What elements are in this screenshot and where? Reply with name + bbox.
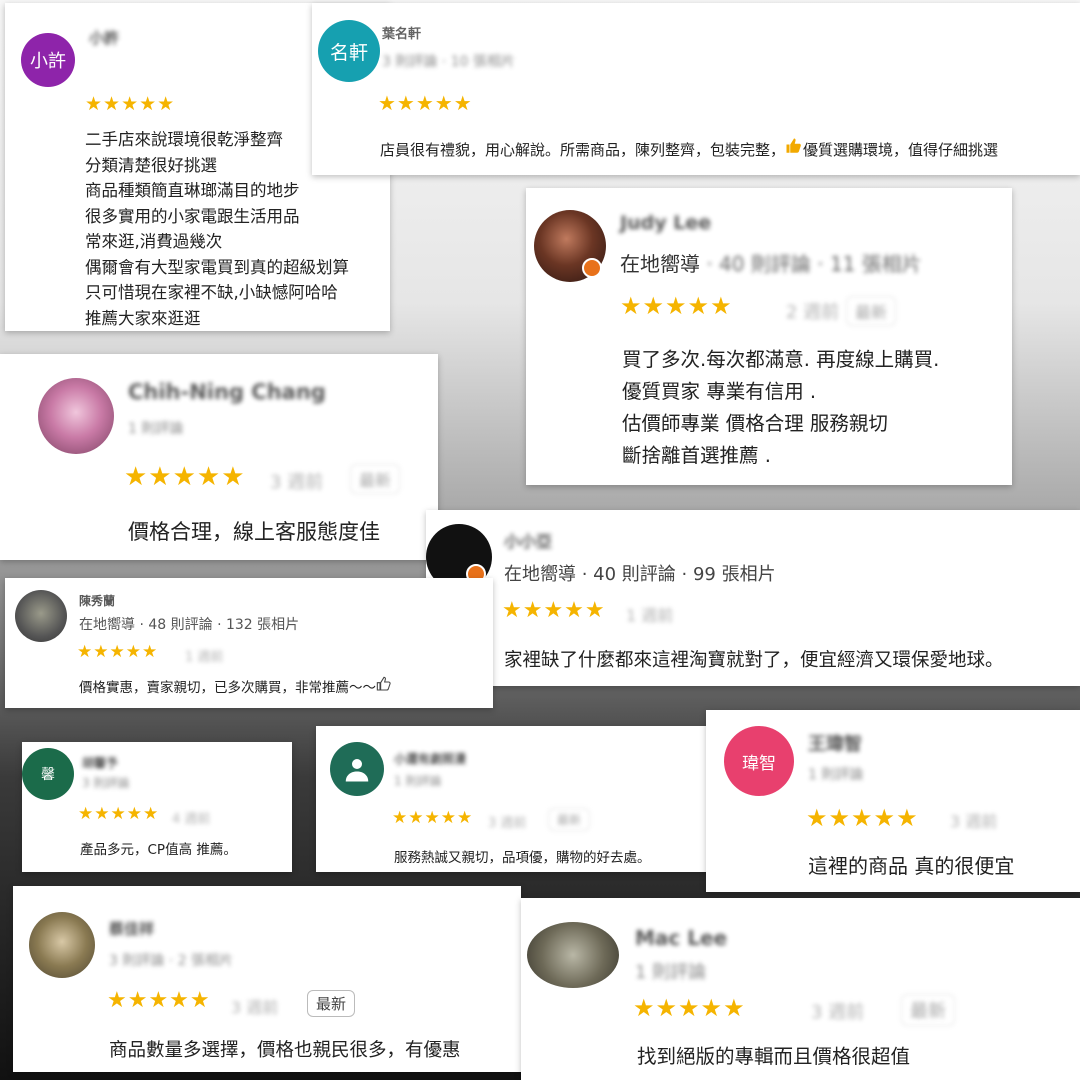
- local-guide-badge-icon: [582, 258, 602, 278]
- thumbs-up-icon: [785, 137, 803, 159]
- reviewer-avatar[interactable]: [38, 378, 114, 454]
- review-card-9: 瑋智 王瑋智 1 則評論 ★★★★★ 3 週前 這裡的商品 真的很便宜: [706, 710, 1080, 892]
- thumbs-up-icon: [376, 676, 392, 696]
- star-rating: ★★★★★: [806, 804, 919, 832]
- review-text-part: 店員很有禮貌，用心解說。所需商品，陳列整齊，包裝完整，: [380, 141, 786, 159]
- reviewer-avatar[interactable]: 馨: [22, 748, 74, 800]
- review-text: 服務熱誠又親切，品項優，購物的好去處。: [394, 850, 651, 866]
- avatar-initials: 小許: [30, 51, 66, 72]
- review-date: 1 週前: [185, 650, 224, 665]
- review-date: 1 週前: [626, 606, 674, 625]
- review-card-7: 馨 胡馨予 3 則評論 ★★★★★ 4 週前 產品多元，CP值高 推薦。: [22, 742, 292, 872]
- reviewer-name[interactable]: Mac Lee: [635, 926, 727, 950]
- reviewer-name[interactable]: 小許: [89, 27, 119, 48]
- review-card-5: 小小亞 在地嚮導 · 40 則評論 · 99 張相片 ★★★★★ 1 週前 家裡…: [426, 510, 1080, 686]
- reviewer-name[interactable]: 胡馨予: [82, 754, 118, 771]
- reviewer-name[interactable]: 蔡佳祥: [109, 918, 154, 939]
- reviewer-counts: · 40 則評論 · 11 張相片: [706, 252, 922, 276]
- reviewer-avatar[interactable]: 瑋智: [724, 726, 794, 796]
- reviewer-name[interactable]: 小小亞: [504, 528, 552, 552]
- review-date: 4 週前: [172, 812, 211, 827]
- reviewer-avatar[interactable]: [527, 922, 619, 988]
- review-text: 價格實惠，賣家親切，已多次購買，非常推薦～～: [79, 676, 392, 696]
- review-date: 3 週前: [488, 816, 527, 831]
- reviewer-avatar[interactable]: [330, 742, 384, 796]
- new-badge[interactable]: 最新: [548, 808, 591, 831]
- star-rating: ★★★★★: [620, 292, 733, 320]
- reviewer-meta: 1 則評論: [635, 962, 707, 983]
- reviewer-name[interactable]: 小還有劇照漫: [394, 750, 466, 767]
- reviewer-avatar[interactable]: [15, 590, 67, 642]
- review-card-2: 名軒 葉名軒 3 則評論 · 10 張相片 ★★★★★ 店員很有禮貌，用心解說。…: [312, 3, 1080, 175]
- star-rating: ★★★★★: [85, 93, 176, 115]
- avatar-initials: 馨: [41, 767, 55, 783]
- reviewer-name[interactable]: 葉名軒: [382, 23, 421, 42]
- star-rating: ★★★★★: [392, 808, 474, 828]
- review-date: 3 週前: [811, 1002, 865, 1023]
- new-badge[interactable]: 最新: [350, 464, 401, 494]
- review-text: 買了多次.每次都滿意. 再度線上購買. 優質買家 專業有信用 . 估價師專業 價…: [622, 348, 940, 467]
- reviewer-avatar[interactable]: 名軒: [318, 20, 380, 82]
- review-text: 找到絕版的專輯而且價格很超值: [637, 1045, 911, 1068]
- review-text: 家裡缺了什麼都來這裡淘寶就對了，便宜經濟又環保愛地球。: [504, 650, 1004, 671]
- reviewer-name[interactable]: Chih-Ning Chang: [128, 380, 326, 404]
- star-rating: ★★★★★: [633, 994, 746, 1022]
- review-card-3: Judy Lee 在地嚮導 · 40 則評論 · 11 張相片 ★★★★★ 2 …: [526, 188, 1012, 485]
- reviewer-meta: 3 則評論 · 10 張相片: [382, 54, 515, 70]
- review-date: 3 週前: [231, 998, 279, 1017]
- reviewer-name[interactable]: 王瑋智: [808, 730, 862, 756]
- avatar-initials: 瑋智: [742, 753, 776, 774]
- star-rating: ★★★★★: [378, 91, 473, 115]
- star-rating: ★★★★★: [502, 598, 606, 623]
- review-text: 商品數量多選擇，價格也親民很多，有優惠: [109, 1040, 461, 1061]
- review-text: 價格合理，線上客服態度佳: [128, 520, 380, 544]
- star-rating: ★★★★★: [78, 804, 160, 824]
- reviewer-meta: 3 則評論: [82, 776, 130, 790]
- review-date: 3 週前: [950, 812, 998, 831]
- reviewer-meta: 3 則評論 · 2 張相片: [109, 953, 234, 969]
- review-card-11: Mac Lee 1 則評論 ★★★★★ 3 週前 最新 找到絕版的專輯而且價格很…: [521, 898, 1080, 1080]
- review-card-4: Chih-Ning Chang 1 則評論 ★★★★★ 3 週前 最新 價格合理…: [0, 354, 438, 560]
- review-card-8: 小還有劇照漫 1 則評論 ★★★★★ 3 週前 最新 服務熱誠又親切，品項優，購…: [316, 726, 708, 872]
- review-text-part: 優質選購環境，值得仔細挑選: [803, 141, 999, 159]
- review-text: 店員很有禮貌，用心解說。所需商品，陳列整齊，包裝完整， 優質選購環境，值得仔細挑選: [380, 137, 998, 160]
- reviewer-meta: 在地嚮導 · 40 則評論 · 99 張相片: [504, 564, 776, 585]
- reviewer-name[interactable]: 陳秀蘭: [79, 592, 115, 609]
- new-badge[interactable]: 最新: [307, 990, 356, 1017]
- review-card-10: 蔡佳祥 3 則評論 · 2 張相片 ★★★★★ 3 週前 最新 商品數量多選擇，…: [13, 886, 521, 1072]
- new-badge[interactable]: 最新: [846, 296, 897, 326]
- star-rating: ★★★★★: [77, 642, 159, 662]
- reviewer-avatar[interactable]: 小許: [21, 33, 75, 87]
- reviewer-meta: 1 則評論: [808, 767, 864, 783]
- avatar-initials: 名軒: [329, 41, 368, 64]
- reviewer-avatar[interactable]: [29, 912, 95, 978]
- review-date: 2 週前: [786, 302, 840, 323]
- review-text: 二手店來說環境很乾淨整齊 分類清楚很好挑選 商品種類簡直琳瑯滿目的地步 很多實用…: [85, 130, 349, 328]
- review-text-part: 價格實惠，賣家親切，已多次購買，非常推薦～～: [79, 680, 376, 696]
- person-icon: [345, 759, 369, 782]
- review-date: 3 週前: [270, 472, 324, 493]
- review-text: 產品多元，CP值高 推薦。: [80, 842, 237, 858]
- star-rating: ★★★★★: [107, 988, 211, 1013]
- reviewer-name[interactable]: Judy Lee: [620, 212, 711, 234]
- review-text: 這裡的商品 真的很便宜: [808, 854, 1015, 878]
- reviewer-meta: 在地嚮導 · 48 則評論 · 132 張相片: [79, 617, 300, 633]
- reviewer-meta: 1 則評論: [128, 421, 184, 437]
- review-card-6: 陳秀蘭 在地嚮導 · 48 則評論 · 132 張相片 ★★★★★ 1 週前 價…: [5, 578, 493, 708]
- reviewer-meta: 在地嚮導 · 40 則評論 · 11 張相片: [620, 248, 922, 277]
- new-badge[interactable]: 最新: [901, 994, 955, 1026]
- star-rating: ★★★★★: [124, 462, 246, 492]
- reviewer-meta: 1 則評論: [394, 774, 442, 788]
- local-guide-label: 在地嚮導: [620, 252, 700, 276]
